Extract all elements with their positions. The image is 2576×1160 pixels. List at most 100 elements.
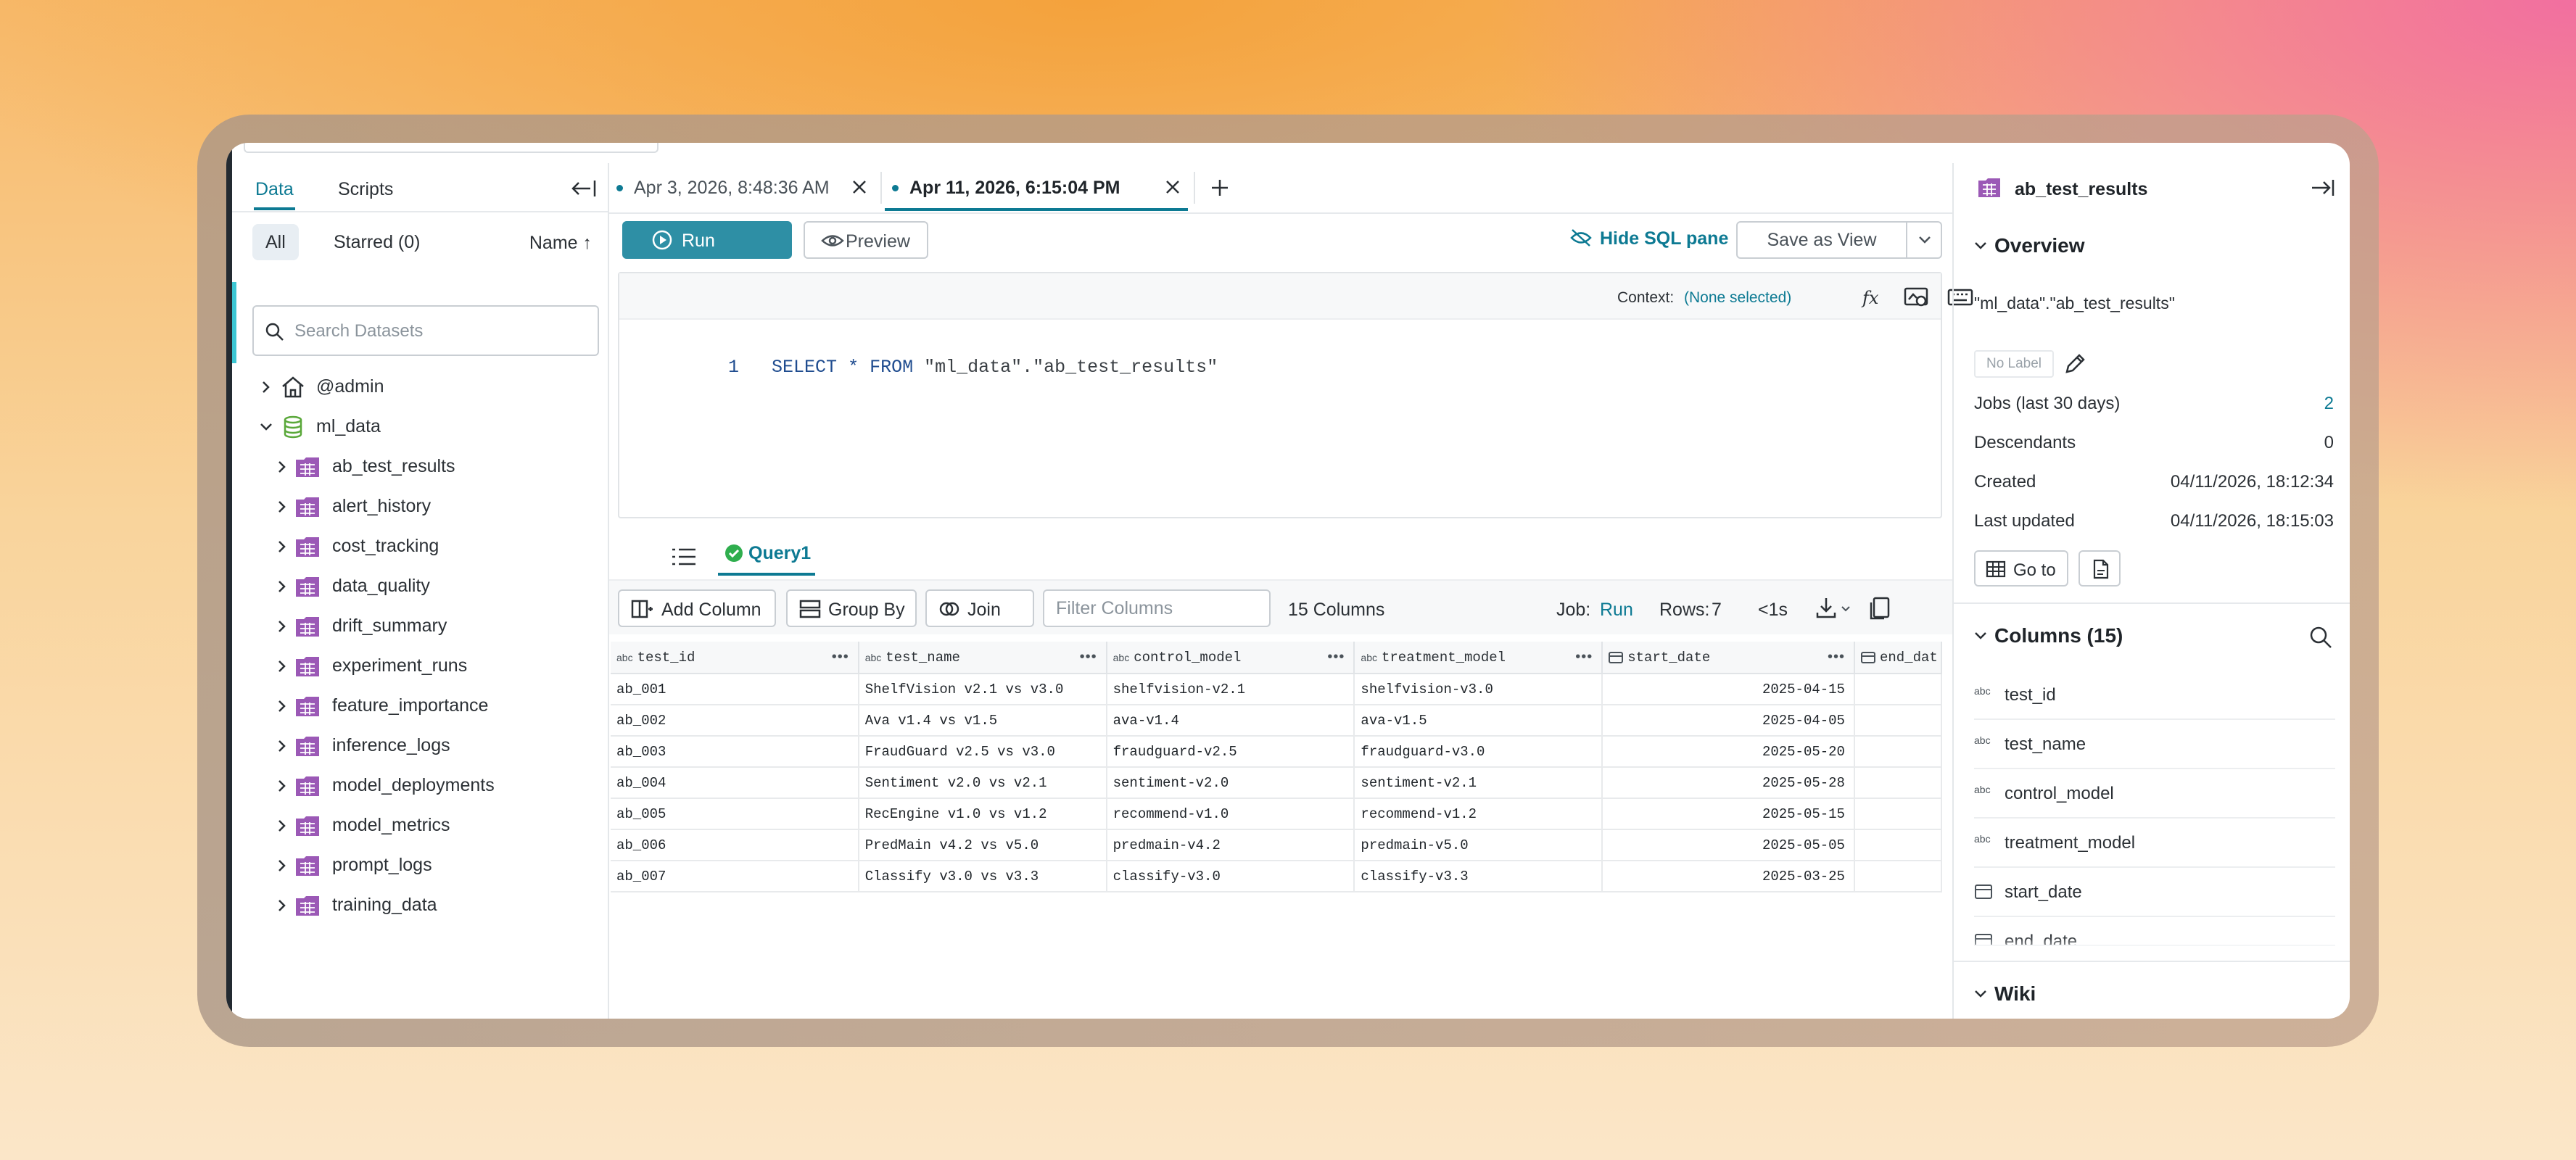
column-header[interactable]: abc control_model ••• (1106, 642, 1355, 674)
table-cell[interactable]: ShelfVision v2.1 vs v3.0 (858, 674, 1107, 705)
more-options-icon[interactable]: ••• (832, 649, 849, 666)
job-list-icon[interactable] (670, 546, 698, 568)
tree-item-dataset[interactable]: inference_logs (232, 726, 608, 766)
tree-item-dataset[interactable]: model_metrics (232, 806, 608, 846)
filter-columns-input[interactable] (1043, 589, 1271, 627)
table-cell[interactable]: 2025-04-15 (1602, 674, 1855, 705)
search-datasets-input[interactable] (294, 314, 585, 349)
table-cell[interactable]: ab_005 (611, 798, 859, 830)
tree-item-dataset[interactable]: prompt_logs (232, 846, 608, 886)
filter-all-chip[interactable]: All (252, 224, 299, 260)
table-cell[interactable]: 2025-05-05 (1602, 829, 1855, 861)
tree-item-dataset[interactable]: data_quality (232, 567, 608, 607)
table-cell[interactable]: ab_001 (611, 674, 859, 705)
table-cell[interactable] (1854, 674, 1942, 705)
sql-code-line[interactable]: 1 SELECT * FROM "ml_data"."ab_test_result… (641, 336, 1218, 399)
table-cell[interactable]: classify-v3.0 (1106, 861, 1355, 892)
job-run-link[interactable]: Run (1600, 600, 1633, 621)
table-cell[interactable]: RecEngine v1.0 vs v1.2 (858, 798, 1107, 830)
column-header[interactable]: abc test_id ••• (611, 642, 859, 674)
function-icon[interactable]: fx (1859, 285, 1887, 310)
table-cell[interactable] (1854, 736, 1942, 768)
table-cell[interactable]: fraudguard-v3.0 (1354, 736, 1603, 768)
query1-tab[interactable]: Query1 (717, 543, 816, 576)
run-button[interactable]: Run (622, 221, 792, 259)
tree-item-ml-data[interactable]: ml_data (232, 407, 608, 447)
table-cell[interactable] (1854, 705, 1942, 737)
table-cell[interactable]: ab_002 (611, 705, 859, 737)
table-cell[interactable]: shelfvision-v2.1 (1106, 674, 1355, 705)
table-cell[interactable]: recommend-v1.2 (1354, 798, 1603, 830)
tree-item-dataset[interactable]: alert_history (232, 487, 608, 527)
table-cell[interactable]: 2025-05-20 (1602, 736, 1855, 768)
table-cell[interactable]: Sentiment v2.0 vs v2.1 (858, 767, 1107, 799)
tree-item-admin[interactable]: @admin (232, 368, 608, 407)
tree-item-dataset[interactable]: experiment_runs (232, 647, 608, 687)
tab-data[interactable]: Data (254, 179, 295, 210)
query-tab-apr-11[interactable]: Apr 11, 2026, 6:15:04 PM (885, 163, 1188, 212)
save-options-dropdown[interactable] (1906, 221, 1942, 259)
table-cell[interactable]: 2025-04-05 (1602, 705, 1855, 737)
column-header[interactable]: abc test_name ••• (858, 642, 1107, 674)
table-cell[interactable]: ab_003 (611, 736, 859, 768)
hide-sql-pane-button[interactable]: Hide SQL pane (1570, 228, 1728, 249)
chevron-right-icon[interactable] (274, 539, 290, 555)
tree-item-dataset[interactable]: model_deployments (232, 766, 608, 806)
chevron-right-icon[interactable] (274, 778, 290, 794)
chevron-right-icon[interactable] (274, 898, 290, 914)
table-cell[interactable] (1854, 861, 1942, 892)
chevron-right-icon[interactable] (274, 738, 290, 754)
table-cell[interactable]: recommend-v1.0 (1106, 798, 1355, 830)
table-cell[interactable]: shelfvision-v3.0 (1354, 674, 1603, 705)
table-cell[interactable] (1854, 798, 1942, 830)
table-row[interactable]: ab_003 FraudGuard v2.5 vs v3.0 fraudguard-… (611, 736, 1942, 768)
jobs-count-link[interactable]: 2 (2324, 394, 2334, 414)
tree-item-dataset[interactable]: training_data (232, 886, 608, 926)
close-icon[interactable] (1162, 176, 1184, 198)
table-row[interactable]: ab_005 RecEngine v1.0 vs v1.2 recommend-v1… (611, 798, 1942, 830)
search-datasets-box[interactable] (252, 305, 599, 356)
table-cell[interactable]: predmain-v4.2 (1106, 829, 1355, 861)
context-selector[interactable]: (None selected) (1684, 289, 1791, 307)
preview-button[interactable]: Preview (804, 221, 928, 259)
sort-by-name-button[interactable]: Name ↑ (529, 233, 592, 254)
table-cell[interactable]: ava-v1.4 (1106, 705, 1355, 737)
tree-item-dataset[interactable]: feature_importance (232, 687, 608, 726)
chevron-right-icon[interactable] (258, 379, 274, 395)
table-cell[interactable]: classify-v3.3 (1354, 861, 1603, 892)
table-cell[interactable]: sentiment-v2.1 (1354, 767, 1603, 799)
table-cell[interactable]: ab_007 (611, 861, 859, 892)
table-cell[interactable]: predmain-v5.0 (1354, 829, 1603, 861)
table-cell[interactable]: 2025-05-15 (1602, 798, 1855, 830)
table-cell[interactable]: ab_004 (611, 767, 859, 799)
chevron-right-icon[interactable] (274, 459, 290, 475)
add-column-button[interactable]: Add Column (618, 589, 776, 627)
close-panel-icon[interactable] (2308, 176, 2335, 199)
download-icon[interactable] (1815, 595, 1855, 621)
table-cell[interactable]: PredMain v4.2 vs v5.0 (858, 829, 1107, 861)
close-icon[interactable] (849, 176, 870, 198)
more-options-icon[interactable]: ••• (1080, 649, 1097, 666)
table-cell[interactable] (1854, 767, 1942, 799)
table-cell[interactable] (1854, 829, 1942, 861)
table-cell[interactable]: ab_006 (611, 829, 859, 861)
join-button[interactable]: Join (925, 589, 1034, 627)
save-as-view-button[interactable]: Save as View (1736, 221, 1907, 259)
tree-item-dataset[interactable]: ab_test_results (232, 447, 608, 487)
table-cell[interactable]: sentiment-v2.0 (1106, 767, 1355, 799)
add-tab-icon[interactable] (1205, 173, 1234, 202)
column-header[interactable]: start_date ••• (1602, 642, 1855, 674)
column-list-item[interactable]: start_date (1974, 868, 2335, 917)
group-by-button[interactable]: Group By (786, 589, 917, 627)
column-list-item[interactable]: abc control_model (1974, 769, 2335, 819)
dataset-browse-icon[interactable] (1903, 285, 1931, 310)
copy-icon[interactable] (1865, 595, 1894, 621)
table-row[interactable]: ab_006 PredMain v4.2 vs v5.0 predmain-v4.2… (611, 829, 1942, 861)
table-cell[interactable]: Classify v3.0 vs v3.3 (858, 861, 1107, 892)
chevron-right-icon[interactable] (274, 579, 290, 594)
more-options-icon[interactable]: ••• (1828, 649, 1845, 666)
tree-item-dataset[interactable]: cost_tracking (232, 527, 608, 567)
table-row[interactable]: ab_001 ShelfVision v2.1 vs v3.0 shelfvisio… (611, 674, 1942, 705)
pencil-icon[interactable] (2063, 352, 2087, 376)
column-header[interactable]: end_dat (1854, 642, 1942, 674)
